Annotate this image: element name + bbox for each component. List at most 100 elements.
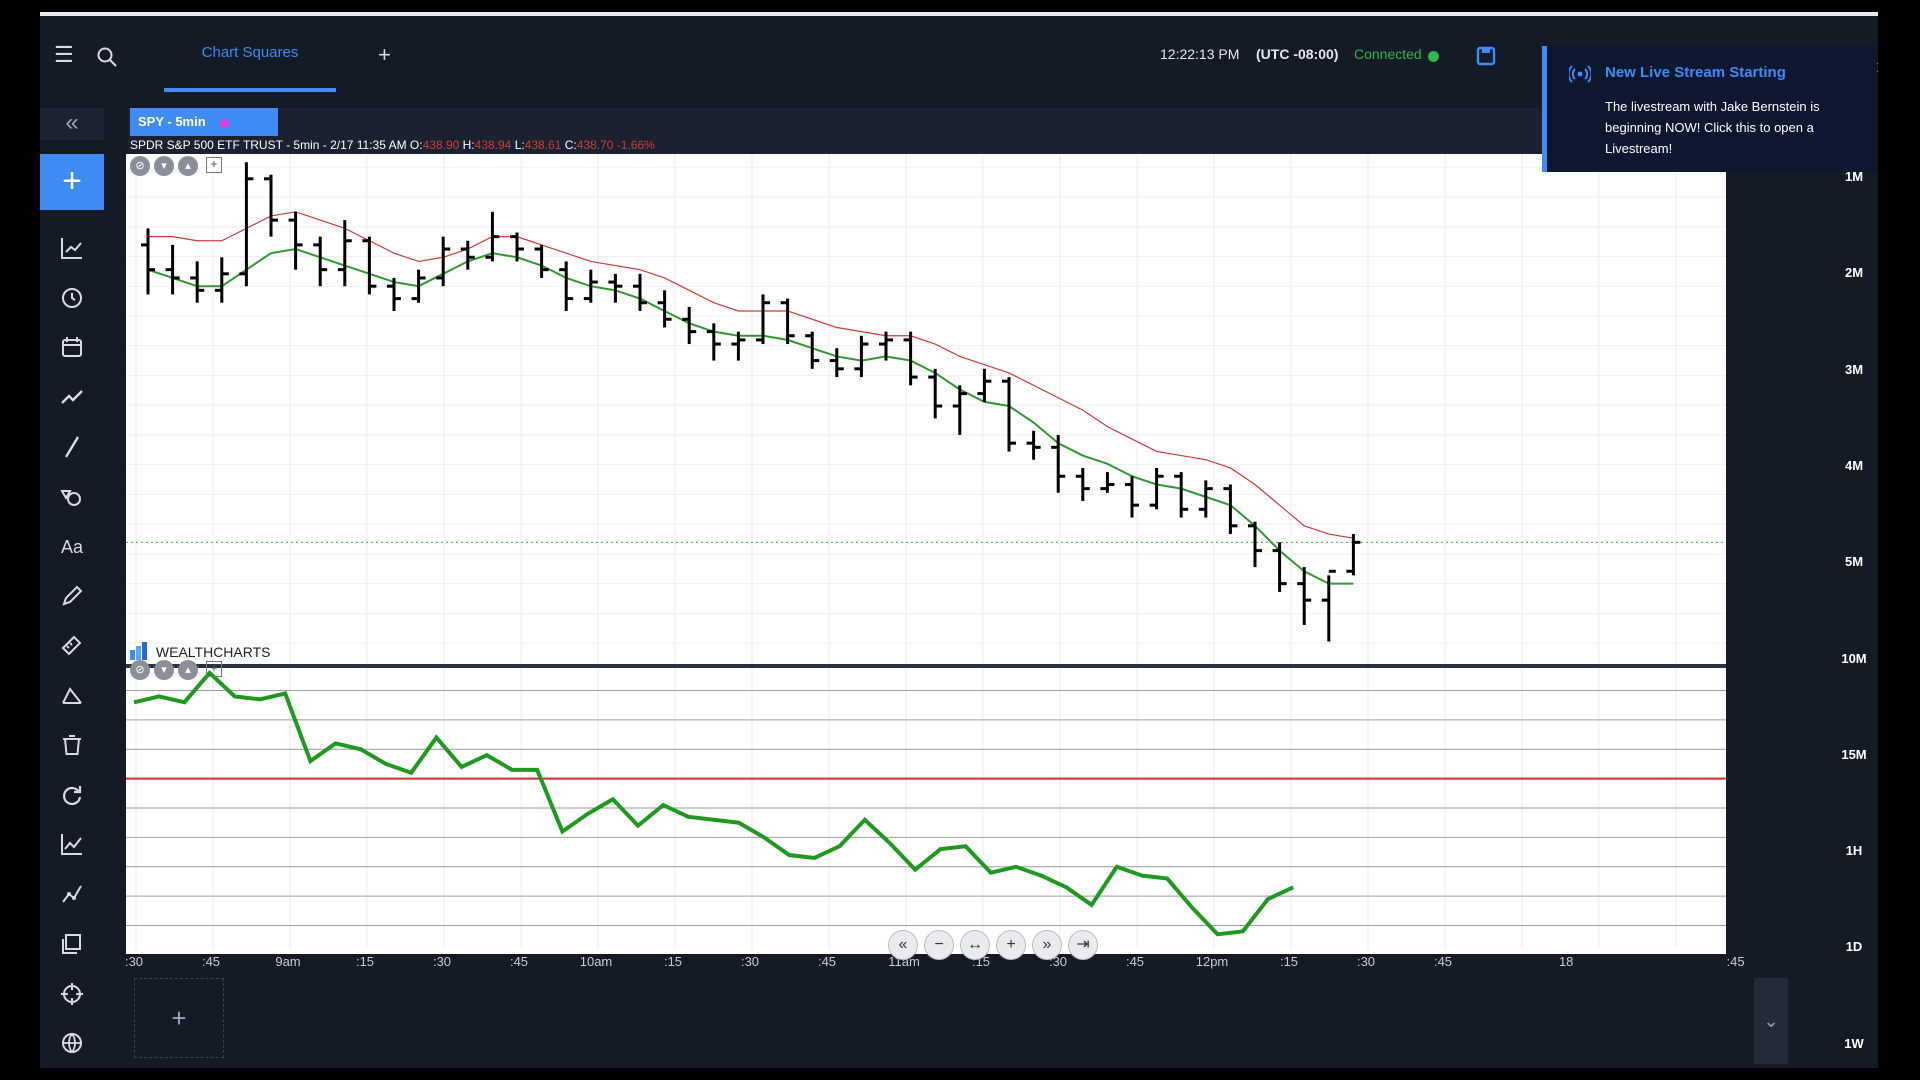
- scroll-back-button[interactable]: «: [888, 930, 918, 960]
- close-label: C:: [564, 138, 577, 152]
- price-bar: [1002, 377, 1016, 452]
- price-bar: [165, 244, 180, 295]
- livestream-notification[interactable]: New Live Stream Starting The livestream …: [1542, 46, 1878, 172]
- search-icon[interactable]: [96, 46, 118, 68]
- price-bar: [1297, 567, 1312, 625]
- timeframe-3m[interactable]: 3M: [1830, 362, 1878, 377]
- bar-details: - 5min - 2/17 11:35 AM: [286, 138, 407, 152]
- text-icon[interactable]: Aa: [58, 532, 86, 560]
- price-bar: [436, 236, 451, 287]
- time-tick-label: :30: [741, 954, 759, 969]
- pane-remove-icon[interactable]: ⊘: [130, 660, 150, 680]
- layers-icon[interactable]: [58, 930, 86, 958]
- price-bar: [780, 298, 795, 345]
- pane-up-icon[interactable]: ▴: [178, 156, 198, 176]
- connection-dot-icon: [1428, 51, 1439, 62]
- add-tab-button[interactable]: +: [378, 42, 391, 68]
- price-bar: [460, 240, 475, 270]
- clock-icon[interactable]: [58, 284, 86, 312]
- save-icon[interactable]: [1476, 46, 1496, 66]
- pane-down-icon[interactable]: ▾: [154, 660, 174, 680]
- price-bar: [1149, 467, 1164, 510]
- active-tab-indicator: [164, 88, 336, 92]
- scroll-to-end-button[interactable]: ⇥: [1068, 930, 1098, 960]
- strategy-icon[interactable]: [58, 880, 86, 908]
- time-tick-label: :45: [818, 954, 836, 969]
- price-bar: [854, 335, 869, 378]
- time-tick-label: 9am: [275, 954, 300, 969]
- ruler-icon[interactable]: [58, 632, 86, 660]
- symbol-tab[interactable]: SPY - 5min: [130, 108, 278, 136]
- ohlc-info-line: SPDR S&P 500 ETF TRUST - 5min - 2/17 11:…: [130, 138, 655, 152]
- low-value: 438.61: [524, 138, 562, 152]
- line-icon[interactable]: [58, 433, 86, 461]
- refresh-icon[interactable]: [58, 781, 86, 809]
- scroll-forward-button[interactable]: »: [1032, 930, 1062, 960]
- timezone-label[interactable]: (UTC -08:00): [1256, 46, 1338, 62]
- time-tick-label: :30: [125, 954, 143, 969]
- price-bar: [608, 273, 623, 303]
- chart-canvas[interactable]: 442.44442.08441.72441.36441.00440.64440.…: [125, 154, 1784, 969]
- moving-average-slow: [147, 247, 1354, 585]
- pane-divider: [126, 664, 1726, 668]
- price-bar: [952, 385, 967, 435]
- price-bar: [1100, 472, 1115, 493]
- add-tool-button[interactable]: +: [40, 154, 104, 210]
- fit-button[interactable]: ↔: [960, 930, 990, 960]
- collapse-sidebar-button[interactable]: «: [40, 108, 104, 140]
- chart-type-icon[interactable]: [58, 234, 86, 262]
- price-bar: [534, 244, 549, 278]
- price-bar: [1346, 534, 1361, 576]
- menu-icon[interactable]: ☰: [54, 42, 74, 68]
- angle-icon[interactable]: [58, 681, 86, 709]
- price-bar: [1272, 542, 1287, 592]
- time-tick-label: :45: [202, 954, 220, 969]
- shapes-icon[interactable]: [58, 483, 86, 511]
- indicator-icon[interactable]: [58, 830, 86, 858]
- trash-icon[interactable]: [58, 731, 86, 759]
- tab-chart-squares[interactable]: Chart Squares: [164, 44, 336, 61]
- pane-up-icon[interactable]: ▴: [178, 660, 198, 680]
- calendar-icon[interactable]: [58, 333, 86, 361]
- symbol-color-dot: [220, 119, 229, 128]
- price-bar: [214, 257, 229, 303]
- wealthcharts-logo: WEALTHCHARTS: [130, 642, 271, 660]
- time-tick-label: 18: [1559, 954, 1573, 969]
- pane-expand-icon[interactable]: +: [206, 661, 222, 677]
- pane-down-icon[interactable]: ▾: [154, 156, 174, 176]
- time-tick-label: :15: [664, 954, 682, 969]
- trend-icon[interactable]: [58, 383, 86, 411]
- high-label: H:: [462, 138, 475, 152]
- pane-remove-icon[interactable]: ⊘: [130, 156, 150, 176]
- expand-panel-button[interactable]: ⌄: [1754, 978, 1788, 1064]
- add-pane-button[interactable]: +: [134, 978, 224, 1058]
- open-label: O:: [409, 138, 423, 152]
- crosshair-icon[interactable]: [58, 980, 86, 1008]
- timeframe-10m[interactable]: 10M: [1830, 651, 1878, 666]
- globe-icon[interactable]: [58, 1029, 86, 1057]
- pencil-icon[interactable]: [58, 582, 86, 610]
- timeframe-5m[interactable]: 5M: [1830, 554, 1878, 569]
- connection-status: Connected: [1354, 46, 1422, 62]
- price-axis-column: [1726, 154, 1786, 954]
- price-bar: [977, 368, 992, 402]
- timeframe-1d[interactable]: 1D: [1830, 939, 1878, 954]
- time-tick-label: :45: [1727, 954, 1745, 969]
- time-tick-label: :45: [1126, 954, 1144, 969]
- timeframe-4m[interactable]: 4M: [1830, 458, 1878, 473]
- chart-area[interactable]: 442.44442.08441.72441.36441.00440.64440.…: [125, 154, 1784, 969]
- notification-body: The livestream with Jake Bernstein is be…: [1605, 99, 1820, 156]
- timeframe-2m[interactable]: 2M: [1830, 265, 1878, 280]
- time-tick-label: :45: [510, 954, 528, 969]
- app-window: ☰ Chart Squares + 12:22:13 PM (UTC -08:0…: [40, 12, 1878, 1068]
- close-icon[interactable]: ✕: [1875, 58, 1878, 79]
- time-tick-label: :30: [433, 954, 451, 969]
- pane-expand-icon[interactable]: +: [206, 157, 222, 173]
- price-bar: [633, 273, 647, 311]
- zoom-in-button[interactable]: +: [996, 930, 1026, 960]
- zoom-out-button[interactable]: −: [924, 930, 954, 960]
- timeframe-1h[interactable]: 1H: [1830, 843, 1878, 858]
- timeframe-15m[interactable]: 15M: [1830, 747, 1878, 762]
- logo-text: WEALTHCHARTS: [155, 644, 271, 660]
- timeframe-1w[interactable]: 1W: [1830, 1036, 1878, 1051]
